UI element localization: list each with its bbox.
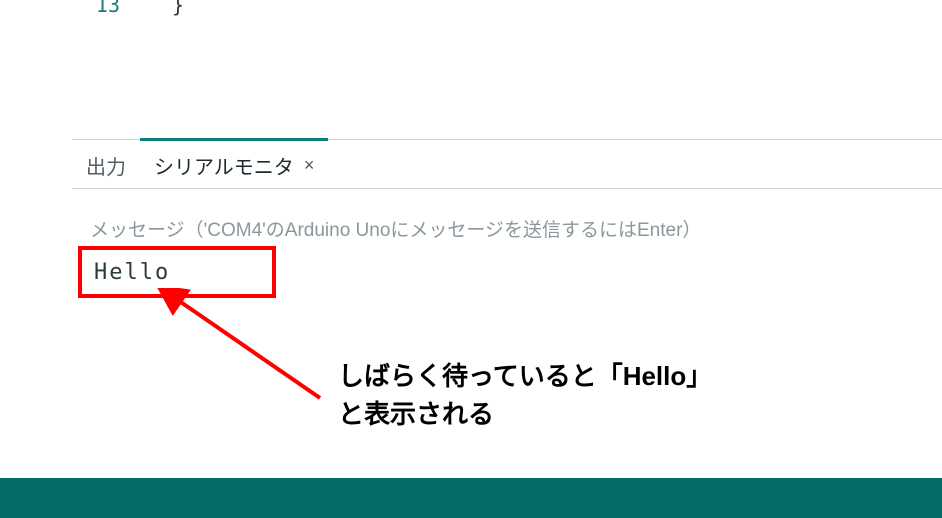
annotation-caption: しばらく待っていると「Hello」 と表示される xyxy=(338,358,712,433)
line-number: 13 xyxy=(96,0,132,18)
activity-bar xyxy=(0,0,72,130)
status-bar[interactable] xyxy=(0,478,942,518)
tab-output[interactable]: 出力 xyxy=(72,141,140,188)
serial-monitor-body: メッセージ（'COM4'のArduino Unoにメッセージを送信するにはEnt… xyxy=(72,189,942,285)
code-editor[interactable]: 13 } xyxy=(72,0,942,130)
bottom-panel: 出力 シリアルモニタ × メッセージ（'COM4'のArduino Unoにメッ… xyxy=(72,140,942,490)
line-gutter: 13 xyxy=(72,0,132,130)
code-line: } xyxy=(172,0,184,18)
panel-tabs: 出力 シリアルモニタ × xyxy=(72,140,942,189)
tab-output-label: 出力 xyxy=(86,151,126,180)
tab-serial-label: シリアルモニタ xyxy=(154,151,294,180)
close-icon[interactable]: × xyxy=(304,155,315,176)
serial-output-line: Hello xyxy=(90,260,924,285)
tab-serial-monitor[interactable]: シリアルモニタ × xyxy=(140,138,328,188)
serial-send-input[interactable]: メッセージ（'COM4'のArduino Unoにメッセージを送信するにはEnt… xyxy=(90,207,924,260)
